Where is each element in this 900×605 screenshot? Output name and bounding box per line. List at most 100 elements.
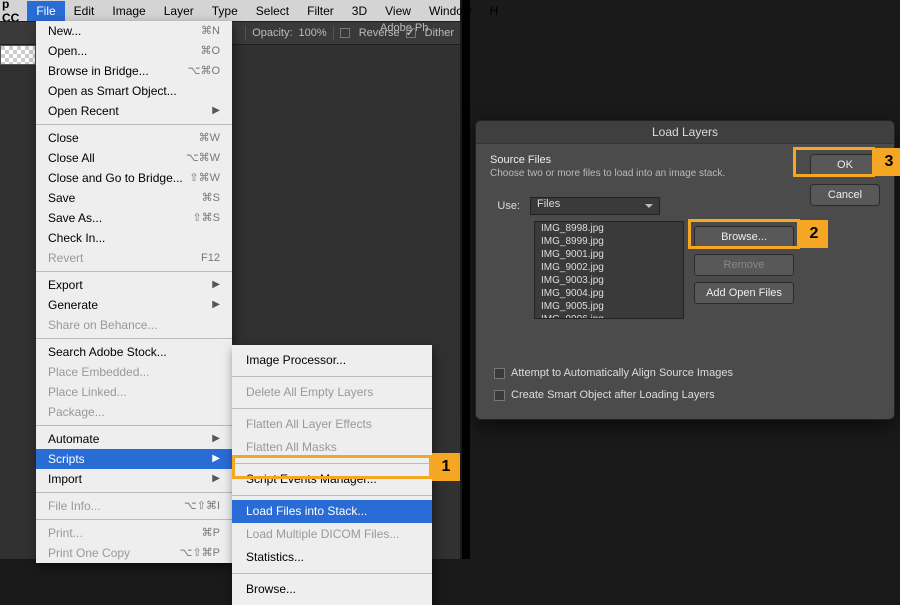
menu-separator [36,124,232,125]
file-menu-item[interactable]: Scripts▶ [36,449,232,469]
menu-shortcut: ⇧⌘S [192,210,220,226]
smart-object-checkbox[interactable] [494,390,505,401]
menu-separator [36,519,232,520]
file-list-item[interactable]: IMG_9005.jpg [535,300,683,313]
menu-shortcut: ⌘O [200,43,220,59]
file-menu-item[interactable]: Close and Go to Bridge...⇧⌘W [36,168,232,188]
use-select[interactable]: Files [530,197,660,215]
file-list[interactable]: IMG_8998.jpgIMG_8999.jpgIMG_9001.jpgIMG_… [534,221,684,319]
reverse-label: Reverse [359,27,400,39]
menu-separator [232,408,432,409]
menu-separator [232,376,432,377]
callout-2-box [688,219,800,249]
file-menu-item[interactable]: Close All⌥⌘W [36,148,232,168]
file-menu-item[interactable]: Save⌘S [36,188,232,208]
file-menu-item[interactable]: New...⌘N [36,21,232,41]
file-list-item[interactable]: IMG_9004.jpg [535,287,683,300]
submenu-arrow-icon: ▶ [212,297,220,313]
dither-checkbox[interactable] [406,28,416,38]
menu-shortcut: ⌘W [199,130,220,146]
add-open-files-button[interactable]: Add Open Files [694,282,794,304]
canvas-thumbnail [0,45,36,65]
submenu-arrow-icon: ▶ [212,471,220,487]
file-menu-item[interactable]: Browse in Bridge...⌥⌘O [36,61,232,81]
menu-shortcut: ⌘S [202,190,220,206]
file-menu-item[interactable]: Open Recent▶ [36,101,232,121]
file-list-item[interactable]: IMG_8998.jpg [535,222,683,235]
callout-3-badge: 3 [875,148,900,176]
menu-separator [232,495,432,496]
file-menu-item[interactable]: Print One Copy⌥⇧⌘P [36,543,232,563]
menu-separator [36,425,232,426]
file-menu-item[interactable]: Open as Smart Object... [36,81,232,101]
callout-1-box [232,455,432,479]
file-menu-item[interactable]: Package... [36,402,232,422]
menubar: p CC File Edit Image Layer Type Select F… [0,0,460,21]
file-menu-item[interactable]: Search Adobe Stock... [36,342,232,362]
callout-2-badge: 2 [800,220,828,248]
file-menu-item[interactable]: Place Linked... [36,382,232,402]
scripts-menu-item[interactable]: Image Processor... [232,349,432,372]
submenu-arrow-icon: ▶ [212,103,220,119]
menu-separator [36,338,232,339]
reverse-checkbox[interactable] [340,28,350,38]
file-list-item[interactable]: IMG_9003.jpg [535,274,683,287]
menubar-item-edit[interactable]: Edit [65,1,104,21]
file-menu-item[interactable]: Share on Behance... [36,315,232,335]
menubar-item-3d[interactable]: 3D [343,1,376,21]
menubar-item-filter[interactable]: Filter [298,1,343,21]
file-menu-item[interactable]: Import▶ [36,469,232,489]
scripts-menu-item[interactable]: Load Multiple DICOM Files... [232,523,432,546]
opacity-value[interactable]: 100% [299,27,327,39]
menubar-item-view[interactable]: View [376,1,420,21]
file-menu-item[interactable]: File Info...⌥⇧⌘I [36,496,232,516]
menubar-item-help[interactable]: H [481,1,508,21]
file-menu-item[interactable]: Check In... [36,228,232,248]
menubar-item-layer[interactable]: Layer [155,1,203,21]
menubar-item-type[interactable]: Type [203,1,247,21]
menu-separator [232,573,432,574]
opacity-label: Opacity: [252,27,292,39]
file-list-item[interactable]: IMG_9002.jpg [535,261,683,274]
file-list-item[interactable]: IMG_8999.jpg [535,235,683,248]
file-menu-item[interactable]: Automate▶ [36,429,232,449]
submenu-arrow-icon: ▶ [212,431,220,447]
photoshop-window: p CC File Edit Image Layer Type Select F… [0,0,460,559]
scripts-menu-item[interactable]: Delete All Empty Layers [232,381,432,404]
file-list-item[interactable]: IMG_9001.jpg [535,248,683,261]
scripts-menu-item[interactable]: Load Files into Stack... [232,500,432,523]
submenu-arrow-icon: ▶ [212,451,220,467]
file-menu-item[interactable]: Print...⌘P [36,523,232,543]
smart-object-label: Create Smart Object after Loading Layers [511,389,715,401]
callout-1-badge: 1 [432,453,460,481]
menu-shortcut: ⇧⌘W [189,170,220,186]
menu-shortcut: ⌥⌘W [186,150,220,166]
menubar-item-file[interactable]: File [27,1,64,21]
menubar-item-select[interactable]: Select [247,1,298,21]
menu-shortcut: ⌘N [201,23,220,39]
align-checkbox[interactable] [494,368,505,379]
file-menu-item[interactable]: RevertF12 [36,248,232,268]
scripts-menu-item[interactable]: Statistics... [232,546,432,569]
dialog-title: Load Layers [476,121,894,144]
file-menu-item[interactable]: Place Embedded... [36,362,232,382]
menu-shortcut: F12 [201,250,220,266]
align-label: Attempt to Automatically Align Source Im… [511,367,733,379]
callout-3-box [793,147,875,177]
menubar-item-window[interactable]: Window [420,1,481,21]
file-menu-item[interactable]: Close⌘W [36,128,232,148]
file-menu-item[interactable]: Generate▶ [36,295,232,315]
scripts-menu-item[interactable]: Browse... [232,578,432,601]
menu-separator [36,492,232,493]
remove-button[interactable]: Remove [694,254,794,276]
menu-shortcut: ⌥⇧⌘I [184,498,220,514]
file-menu-item[interactable]: Save As...⇧⌘S [36,208,232,228]
menu-separator [36,271,232,272]
menu-shortcut: ⌥⌘O [188,63,220,79]
file-menu-item[interactable]: Export▶ [36,275,232,295]
cancel-button[interactable]: Cancel [810,184,880,206]
menubar-item-image[interactable]: Image [103,1,154,21]
scripts-menu-item[interactable]: Flatten All Layer Effects [232,413,432,436]
file-menu-item[interactable]: Open...⌘O [36,41,232,61]
file-list-item[interactable]: IMG_9006.jpg [535,313,683,319]
